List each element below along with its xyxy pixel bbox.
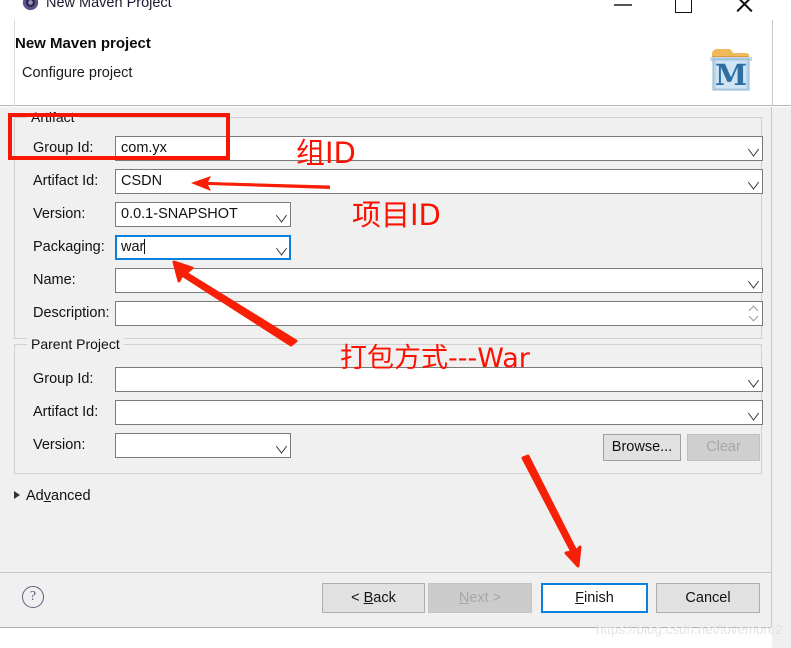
header-right-edge (772, 20, 773, 106)
next-button-post: ext > (469, 590, 502, 606)
description-scroll-arrows-icon[interactable] (746, 302, 761, 325)
parent-project-group-title: Parent Project (27, 336, 124, 352)
svg-text:M: M (715, 58, 747, 92)
advanced-label-pre: Ad (26, 488, 44, 504)
window-title: New Maven Project (46, 0, 172, 11)
scroll-down-icon[interactable] (749, 314, 758, 321)
label-artifact-version: Version: (33, 206, 86, 222)
field-row-parent-artifact-id: Artifact Id: (15, 400, 763, 425)
next-button[interactable]: Next > (428, 583, 532, 613)
field-row-artifact-group-id: Group Id: com.yx (15, 136, 763, 161)
advanced-label: Advanced (26, 485, 91, 507)
input-artifact-description[interactable] (115, 301, 763, 326)
advanced-label-post: anced (51, 488, 91, 504)
artifact-group-title: Artifact (27, 109, 79, 125)
close-button[interactable] (728, 0, 758, 12)
input-parent-artifact-id[interactable] (115, 400, 763, 425)
field-row-artifact-description: Description: (15, 301, 763, 326)
back-button-pre: < (351, 590, 364, 606)
label-artifact-artifact-id: Artifact Id: (33, 173, 99, 189)
title-bar: New Maven Project (0, 0, 791, 20)
input-artifact-name[interactable] (115, 268, 763, 293)
field-row-artifact-artifact-id: Artifact Id: CSDN (15, 169, 763, 194)
input-artifact-packaging-value: war (121, 239, 145, 255)
input-artifact-group-id[interactable]: com.yx (115, 136, 763, 161)
label-artifact-name: Name: (33, 272, 76, 288)
input-parent-group-id[interactable] (115, 367, 763, 392)
next-button-mnemonic: N (458, 590, 470, 606)
input-artifact-version[interactable]: 0.0.1-SNAPSHOT (115, 202, 291, 227)
wizard-content: Artifact Group Id: com.yx Artifact Id: C… (0, 107, 791, 572)
maven-window-icon (22, 0, 39, 11)
cancel-button[interactable]: Cancel (656, 583, 760, 613)
field-row-artifact-packaging: Packaging: war (15, 235, 761, 260)
finish-button-post: inish (584, 590, 614, 606)
wizard-header: New Maven project Configure project M (0, 20, 791, 106)
page-title: New Maven project (15, 35, 151, 52)
watermark: https://blog.csdn.net/lovemore2 (596, 622, 783, 637)
browse-button[interactable]: Browse... (603, 434, 681, 461)
text-caret (144, 239, 146, 254)
maven-m-logo-icon: M (710, 49, 752, 92)
back-button-mnemonic: B (363, 590, 374, 606)
field-row-artifact-name: Name: (15, 268, 763, 293)
back-button-post: ack (373, 590, 396, 606)
input-parent-version[interactable] (115, 433, 291, 458)
label-artifact-packaging: Packaging: (33, 239, 105, 255)
clear-button[interactable]: Clear (687, 434, 760, 461)
field-row-artifact-version: Version: 0.0.1-SNAPSHOT (15, 202, 761, 227)
label-artifact-group-id: Group Id: (33, 140, 94, 156)
label-parent-artifact-id: Artifact Id: (33, 404, 99, 420)
triangle-right-icon (14, 491, 20, 499)
input-artifact-artifact-id[interactable]: CSDN (115, 169, 763, 194)
page-subtitle: Configure project (22, 65, 133, 81)
artifact-group: Artifact Group Id: com.yx Artifact Id: C… (14, 109, 763, 339)
label-parent-version: Version: (33, 437, 86, 453)
maximize-button[interactable] (668, 0, 698, 13)
finish-button-mnemonic: F (575, 590, 585, 606)
minimize-button[interactable] (608, 0, 638, 12)
advanced-label-mnemonic: v (43, 488, 51, 504)
label-parent-group-id: Group Id: (33, 371, 94, 387)
input-artifact-packaging[interactable]: war (115, 235, 291, 260)
finish-button[interactable]: Finish (541, 583, 648, 613)
header-left-gutter (0, 20, 15, 106)
label-artifact-description: Description: (33, 305, 110, 321)
maven-wizard-dialog: New Maven Project New Maven project Conf… (0, 0, 791, 648)
back-button[interactable]: < Back (322, 583, 425, 613)
wizard-content-inner: Artifact Group Id: com.yx Artifact Id: C… (0, 107, 772, 572)
question-mark-icon[interactable]: ? (22, 586, 44, 608)
field-row-parent-group-id: Group Id: (15, 367, 763, 392)
